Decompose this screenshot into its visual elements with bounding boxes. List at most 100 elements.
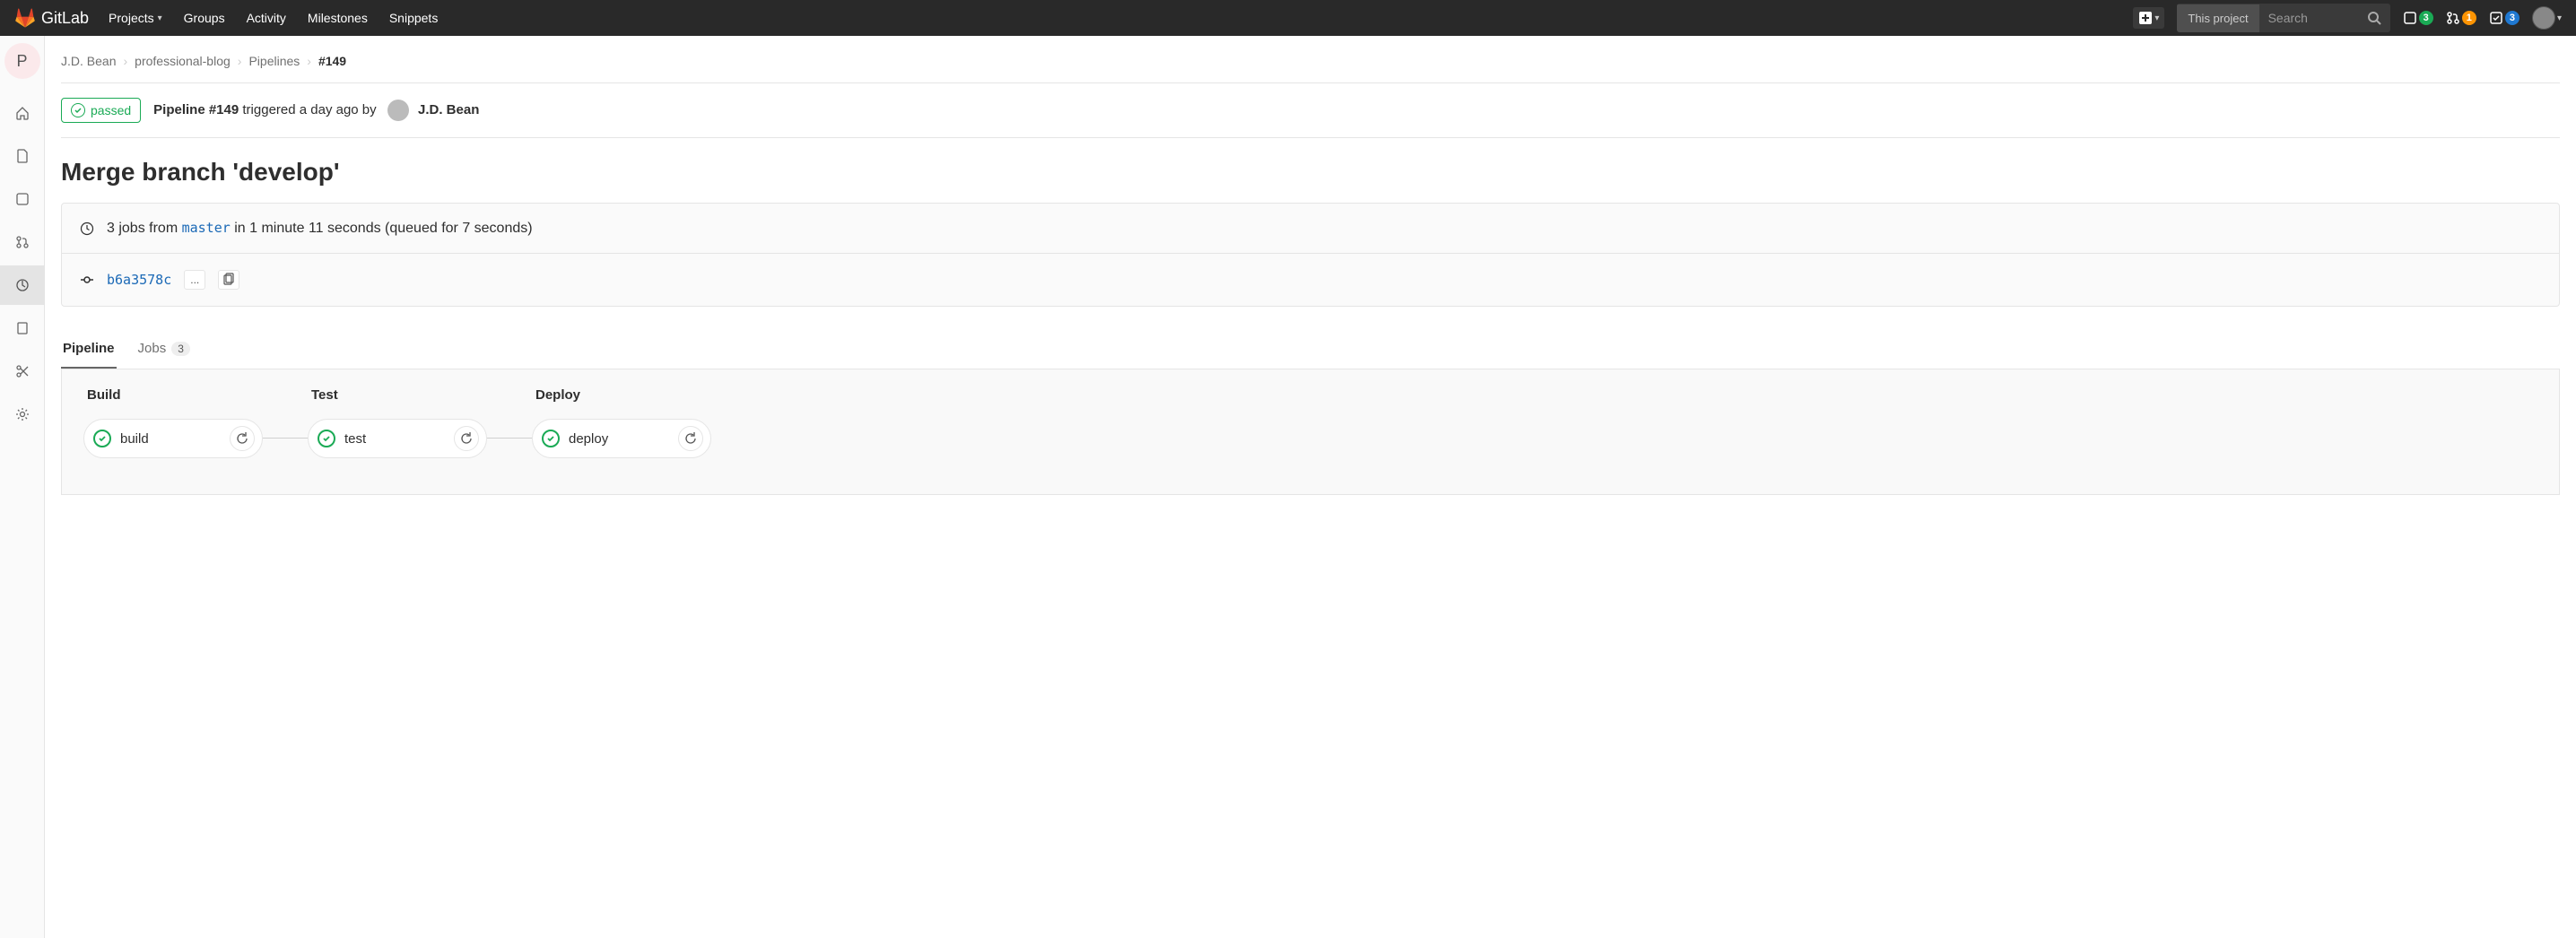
brand-name: GitLab [41, 9, 89, 28]
tab-jobs-count: 3 [171, 342, 190, 356]
sidebar-snippets[interactable] [0, 352, 45, 391]
search-scope[interactable]: This project [2177, 4, 2258, 32]
stage-title-build: Build [83, 387, 263, 403]
pipeline-triggered-text: triggered a day ago by [239, 102, 376, 117]
nav-milestones[interactable]: Milestones [308, 11, 368, 25]
stage-test: Test test [308, 387, 487, 458]
todos-counter[interactable]: 3 [2489, 11, 2519, 25]
project-sidebar: P [0, 36, 45, 938]
sidebar-wiki[interactable] [0, 308, 45, 348]
breadcrumb-owner[interactable]: J.D. Bean [61, 54, 116, 68]
pipeline-header: passed Pipeline #149 triggered a day ago… [61, 83, 2560, 138]
status-badge-label: passed [91, 103, 131, 117]
expand-commit-button[interactable]: ... [184, 270, 205, 290]
jobs-summary-text: 3 jobs from master in 1 minute 11 second… [107, 220, 533, 237]
rocket-icon [15, 278, 30, 292]
doc-icon [15, 149, 30, 163]
breadcrumb-project[interactable]: professional-blog [135, 54, 231, 68]
tab-pipeline[interactable]: Pipeline [61, 330, 117, 369]
pipeline-id: Pipeline #149 [153, 102, 239, 117]
retry-icon [235, 431, 249, 446]
sidebar-settings[interactable] [0, 395, 45, 434]
check-circle-icon [542, 430, 560, 447]
chevron-down-icon: ▾ [158, 13, 162, 23]
job-name: build [120, 431, 149, 447]
retry-button[interactable] [678, 426, 703, 451]
retry-button[interactable] [230, 426, 255, 451]
search-button[interactable] [2358, 5, 2390, 30]
sidebar-repository[interactable] [0, 136, 45, 176]
author-avatar[interactable] [387, 100, 409, 121]
tab-jobs[interactable]: Jobs 3 [136, 330, 192, 369]
nav-snippets[interactable]: Snippets [389, 11, 438, 25]
top-nav-right: ▾ This project 3 1 3 ▾ [2133, 4, 2562, 32]
user-menu[interactable]: ▾ [2532, 6, 2562, 30]
sidebar-issues[interactable] [0, 179, 45, 219]
check-circle-icon [318, 430, 335, 447]
job-deploy[interactable]: deploy [532, 419, 711, 458]
book-icon [15, 321, 30, 335]
commit-icon [80, 273, 94, 287]
nav-links: Projects▾ Groups Activity Milestones Sni… [109, 11, 438, 25]
user-avatar [2532, 6, 2555, 30]
copy-sha-button[interactable] [218, 270, 239, 290]
commit-sha-row: b6a3578c ... [62, 253, 2559, 306]
issues-badge: 3 [2419, 11, 2433, 25]
breadcrumb-section[interactable]: Pipelines [248, 54, 300, 68]
merge-requests-counter[interactable]: 1 [2446, 11, 2476, 25]
home-icon [15, 106, 30, 120]
retry-icon [459, 431, 474, 446]
mr-badge: 1 [2462, 11, 2476, 25]
check-circle-icon [93, 430, 111, 447]
todo-icon [2489, 11, 2503, 25]
chevron-down-icon: ▾ [2154, 13, 2159, 23]
commit-title: Merge branch 'develop' [61, 138, 2560, 203]
stage-title-deploy: Deploy [532, 387, 711, 403]
copy-icon [222, 273, 236, 287]
pipeline-graph: Build build Test test [61, 369, 2560, 495]
chevron-right-icon: › [238, 54, 242, 68]
tanuki-icon [14, 7, 36, 29]
create-new-dropdown[interactable]: ▾ [2133, 7, 2164, 29]
job-name: deploy [569, 431, 608, 447]
jobs-summary-row: 3 jobs from master in 1 minute 11 second… [62, 204, 2559, 253]
chevron-right-icon: › [307, 54, 311, 68]
project-avatar[interactable]: P [4, 43, 40, 79]
job-build[interactable]: build [83, 419, 263, 458]
sidebar-merge-requests[interactable] [0, 222, 45, 262]
stage-connector [487, 438, 532, 439]
issues-icon [2403, 11, 2417, 25]
job-test[interactable]: test [308, 419, 487, 458]
status-badge: passed [61, 98, 141, 123]
retry-button[interactable] [454, 426, 479, 451]
issues-counter[interactable]: 3 [2403, 11, 2433, 25]
stage-deploy: Deploy deploy [532, 387, 711, 458]
merge-request-icon [15, 235, 30, 249]
todo-badge: 3 [2505, 11, 2519, 25]
sidebar-pipelines[interactable] [0, 265, 45, 305]
branch-link[interactable]: master [182, 220, 231, 236]
nav-activity[interactable]: Activity [247, 11, 286, 25]
search-input[interactable] [2259, 4, 2358, 32]
merge-request-icon [2446, 11, 2460, 25]
check-circle-icon [71, 103, 85, 117]
author-link[interactable]: J.D. Bean [418, 102, 479, 117]
commit-sha-link[interactable]: b6a3578c [107, 272, 171, 288]
stage-connector [263, 438, 308, 439]
pipeline-title: Pipeline #149 triggered a day ago by J.D… [153, 100, 479, 121]
nav-projects[interactable]: Projects▾ [109, 11, 162, 25]
main-content: J.D. Bean › professional-blog › Pipeline… [45, 36, 2576, 938]
chevron-down-icon: ▾ [2557, 13, 2562, 23]
stage-title-test: Test [308, 387, 487, 403]
breadcrumb-current: #149 [318, 54, 346, 68]
nav-groups[interactable]: Groups [184, 11, 225, 25]
chevron-right-icon: › [123, 54, 127, 68]
search-icon [2367, 11, 2381, 25]
pipeline-tabs: Pipeline Jobs 3 [61, 330, 2560, 369]
gitlab-logo[interactable]: GitLab [14, 7, 89, 29]
gear-icon [15, 407, 30, 421]
stage-build: Build build [83, 387, 263, 458]
sidebar-home[interactable] [0, 93, 45, 133]
clock-icon [80, 221, 94, 236]
issues-icon [15, 192, 30, 206]
